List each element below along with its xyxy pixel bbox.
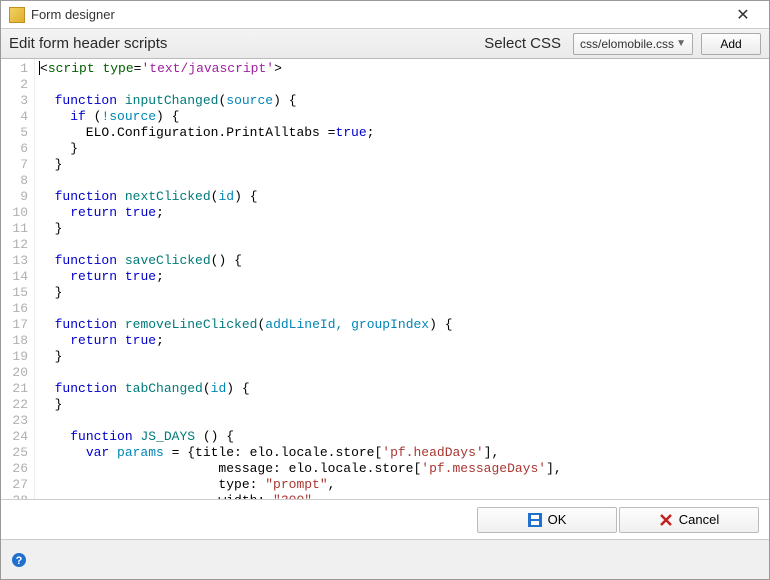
svg-text:?: ? [16,555,23,567]
ok-button-label: OK [548,512,567,527]
ok-button[interactable]: OK [477,507,617,533]
code-editor[interactable]: 1234567891011121314151617181920212223242… [1,59,769,499]
close-button[interactable]: ✕ [725,1,761,28]
css-dropdown-value: css/elomobile.css [580,37,674,51]
select-css-label: Select CSS [484,35,561,52]
chevron-down-icon: ▼ [676,38,686,49]
save-icon [528,513,542,527]
button-bar: OK Cancel [1,499,769,539]
window-title: Form designer [31,7,725,22]
toolbar-subtitle: Edit form header scripts [9,35,167,52]
app-icon [9,7,25,23]
cancel-button-label: Cancel [679,512,719,527]
form-designer-window: Form designer ✕ Edit form header scripts… [0,0,770,580]
status-bar: ? [1,539,769,579]
titlebar: Form designer ✕ [1,1,769,29]
add-button[interactable]: Add [701,33,761,55]
cancel-button[interactable]: Cancel [619,507,759,533]
close-icon [659,513,673,527]
toolbar: Edit form header scripts Select CSS css/… [1,29,769,59]
help-icon[interactable]: ? [11,552,27,568]
line-number-gutter: 1234567891011121314151617181920212223242… [1,59,35,499]
css-dropdown[interactable]: css/elomobile.css ▼ [573,33,693,55]
code-content[interactable]: <script type='text/javascript'> function… [35,59,769,499]
